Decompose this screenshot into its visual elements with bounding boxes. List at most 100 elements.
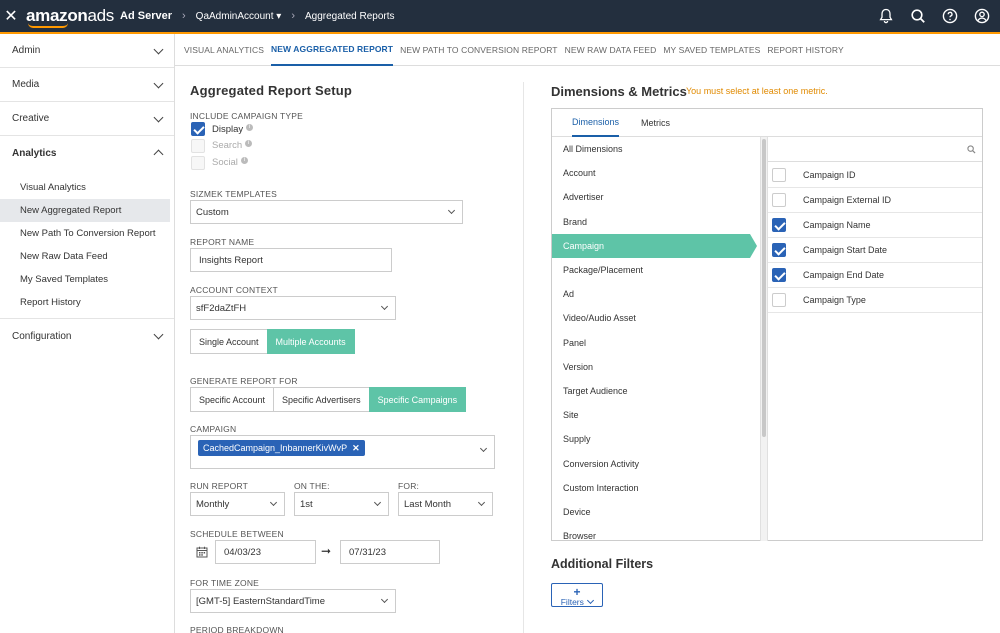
info-icon[interactable]: i xyxy=(246,124,254,131)
display-text: Display xyxy=(212,124,244,135)
bell-icon[interactable] xyxy=(876,6,896,26)
dimension-label: Campaign ID xyxy=(803,170,856,180)
close-icon[interactable]: ✕ xyxy=(0,6,22,26)
on-the-select[interactable]: 1st xyxy=(294,492,389,516)
campaign-chip-label: CachedCampaign_InbannerKivWvP xyxy=(203,443,348,453)
sidebar-item-report-history[interactable]: Report History xyxy=(0,291,170,314)
dimension-category-supply[interactable]: Supply xyxy=(552,427,758,451)
sidebar-item-visual-analytics[interactable]: Visual Analytics xyxy=(0,176,170,199)
tab-my-saved-templates[interactable]: MY SAVED TEMPLATES xyxy=(663,34,760,66)
dimension-row-campaign-type: Campaign Type xyxy=(768,288,982,313)
dimension-label: Campaign Start Date xyxy=(803,245,888,255)
tab-new-aggregated-report[interactable]: NEW AGGREGATED REPORT xyxy=(271,34,394,66)
filters-button-label: Filters xyxy=(552,596,602,607)
dimension-category-advertiser[interactable]: Advertiser xyxy=(552,185,758,209)
dimension-search-input[interactable] xyxy=(768,137,982,162)
report-name-input[interactable]: Insights Report xyxy=(190,248,392,272)
account-icon[interactable] xyxy=(972,6,992,26)
end-date-input[interactable]: 07/31/23 xyxy=(340,540,440,564)
sizmek-templates-select[interactable]: Custom xyxy=(190,200,463,224)
specific-campaigns-button[interactable]: Specific Campaigns xyxy=(368,387,467,412)
dimension-category-account[interactable]: Account xyxy=(552,161,758,185)
sidebar-section-analytics[interactable]: Analytics xyxy=(0,136,174,170)
search-checkbox[interactable] xyxy=(191,139,205,153)
remove-chip-icon[interactable]: ✕ xyxy=(352,443,360,454)
dimension-row-campaign-name: Campaign Name xyxy=(768,213,982,238)
sidebar-item-new-aggregated-report[interactable]: New Aggregated Report xyxy=(0,199,170,222)
start-date-input[interactable]: 04/03/23 xyxy=(215,540,316,564)
dimension-row-campaign-end-date: Campaign End Date xyxy=(768,263,982,288)
display-checkbox[interactable] xyxy=(191,122,205,136)
dimension-row-campaign-id: Campaign ID xyxy=(768,163,982,188)
dimension-category-brand[interactable]: Brand xyxy=(552,210,758,234)
run-report-select[interactable]: Monthly xyxy=(190,492,285,516)
specific-advertisers-button[interactable]: Specific Advertisers xyxy=(273,387,370,412)
tab-dimensions[interactable]: Dimensions xyxy=(572,109,620,137)
dimension-category-all[interactable]: All Dimensions xyxy=(552,137,758,161)
tab-report-history[interactable]: REPORT HISTORY xyxy=(767,34,843,66)
dimension-category-target-audience[interactable]: Target Audience xyxy=(552,379,758,403)
dimension-label: Campaign Type xyxy=(803,295,866,305)
campaign-end-date-checkbox[interactable] xyxy=(772,268,786,282)
end-date-value: 07/31/23 xyxy=(349,546,386,558)
additional-filters-title: Additional Filters xyxy=(551,557,654,571)
multiple-accounts-button[interactable]: Multiple Accounts xyxy=(266,329,355,354)
dimension-category-device[interactable]: Device xyxy=(552,500,758,524)
sidebar-section-media[interactable]: Media xyxy=(0,68,174,102)
time-zone-value: [GMT-5] EasternStandardTime xyxy=(196,595,326,607)
top-bar: ✕ amazonads Ad Server › QaAdminAccount ▾… xyxy=(0,0,1000,32)
dimension-category-custom-interaction[interactable]: Custom Interaction xyxy=(552,476,758,500)
tab-visual-analytics[interactable]: VISUAL ANALYTICS xyxy=(184,34,264,66)
dimension-category-ad[interactable]: Ad xyxy=(552,282,758,306)
tab-metrics[interactable]: Metrics xyxy=(641,109,670,137)
account-switcher[interactable]: QaAdminAccount ▾ xyxy=(196,11,282,22)
dimension-category-site[interactable]: Site xyxy=(552,403,758,427)
amazon-ads-logo[interactable]: amazonads xyxy=(26,6,114,28)
dimension-category-version[interactable]: Version xyxy=(552,355,758,379)
time-zone-select[interactable]: [GMT-5] EasternStandardTime xyxy=(190,589,396,613)
dimension-category-browser[interactable]: Browser xyxy=(552,524,758,541)
tab-new-path-to-conversion-report[interactable]: NEW PATH TO CONVERSION REPORT xyxy=(400,34,558,66)
dimension-columns: Campaign ID Campaign External ID Campaig… xyxy=(768,137,982,541)
specific-account-button[interactable]: Specific Account xyxy=(190,387,275,412)
sidebar-section-label: Creative xyxy=(12,113,50,124)
chevron-down-icon xyxy=(153,78,164,88)
for-select[interactable]: Last Month xyxy=(398,492,493,516)
campaign-id-checkbox[interactable] xyxy=(772,168,786,182)
sidebar-item-new-raw-data-feed[interactable]: New Raw Data Feed xyxy=(0,245,170,268)
sidebar-item-my-saved-templates[interactable]: My Saved Templates xyxy=(0,268,170,291)
campaign-start-date-checkbox[interactable] xyxy=(772,243,786,257)
scrollbar-thumb[interactable] xyxy=(762,139,766,437)
dimension-category-video-audio-asset[interactable]: Video/Audio Asset xyxy=(552,306,758,330)
dimension-category-campaign[interactable]: Campaign xyxy=(552,233,757,258)
sidebar-section-creative[interactable]: Creative xyxy=(0,102,174,136)
campaign-chip: CachedCampaign_InbannerKivWvP ✕ xyxy=(198,440,365,456)
chevron-down-icon xyxy=(153,112,164,122)
campaign-type-checkbox[interactable] xyxy=(772,293,786,307)
category-scrollbar[interactable] xyxy=(760,137,768,541)
account-context-select[interactable]: sfF2daZtFH xyxy=(190,296,396,320)
dimension-category-package-placement[interactable]: Package/Placement xyxy=(552,258,758,282)
filters-button[interactable]: + Filters xyxy=(551,583,603,607)
dimension-category-conversion-activity[interactable]: Conversion Activity xyxy=(552,451,758,475)
tab-new-raw-data-feed[interactable]: NEW RAW DATA FEED xyxy=(565,34,657,66)
search-icon[interactable] xyxy=(908,6,928,26)
sidebar-item-new-path-to-conversion-report[interactable]: New Path To Conversion Report xyxy=(0,222,170,245)
filters-button-text: Filters xyxy=(560,597,584,607)
account-name: QaAdminAccount xyxy=(195,10,274,22)
info-icon[interactable]: i xyxy=(240,157,248,164)
setup-title: Aggregated Report Setup xyxy=(190,83,353,98)
campaign-external-id-checkbox[interactable] xyxy=(772,193,786,207)
campaign-name-checkbox[interactable] xyxy=(772,218,786,232)
help-icon[interactable] xyxy=(940,6,960,26)
social-checkbox[interactable] xyxy=(191,156,205,170)
sidebar-section-configuration[interactable]: Configuration xyxy=(0,319,174,353)
sizmek-templates-label: SIZMEK TEMPLATES xyxy=(190,189,277,199)
dimension-category-panel[interactable]: Panel xyxy=(552,331,758,355)
calendar-icon[interactable] xyxy=(196,546,208,561)
info-icon[interactable]: i xyxy=(245,140,253,147)
analytics-submenu: Visual Analytics New Aggregated Report N… xyxy=(0,170,174,319)
sidebar-section-admin[interactable]: Admin xyxy=(0,34,174,68)
single-account-button[interactable]: Single Account xyxy=(190,329,268,354)
sidebar-section-label: Configuration xyxy=(12,330,72,342)
